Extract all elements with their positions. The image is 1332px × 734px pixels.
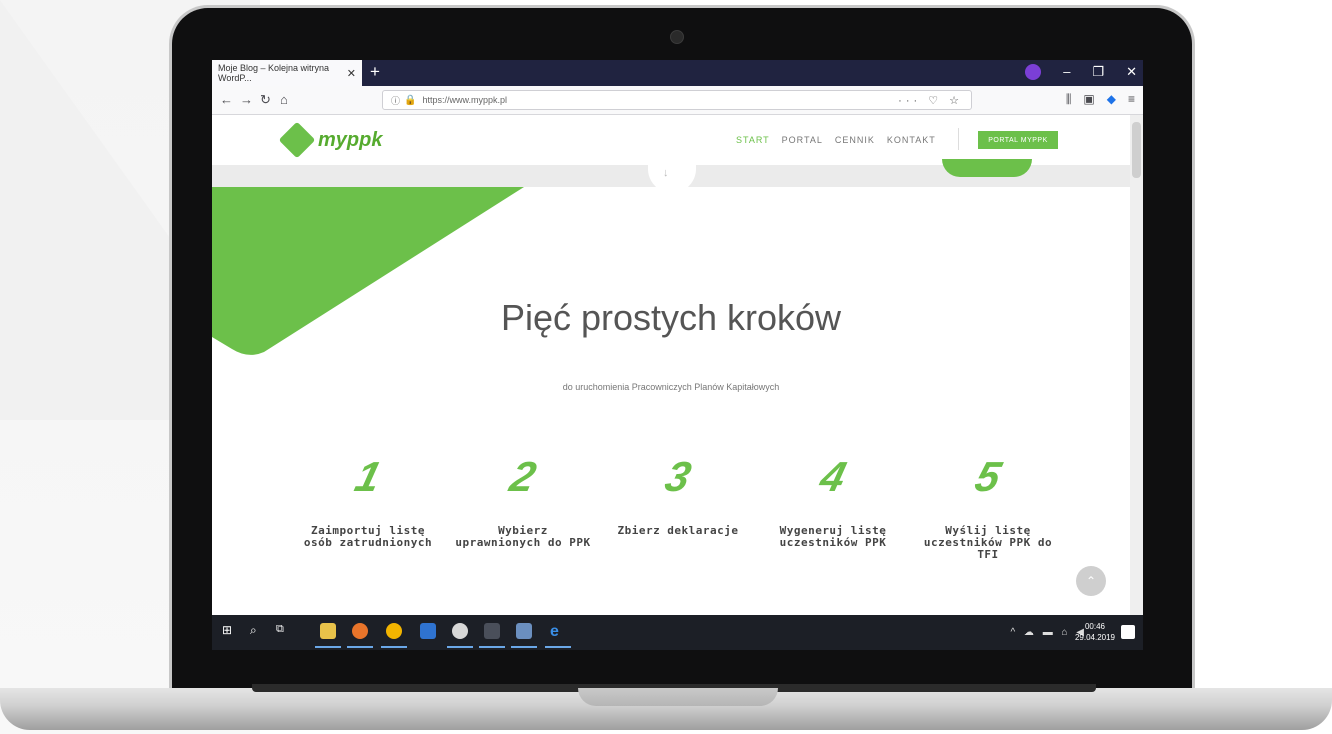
step-label: Zaimportuj listę osób zatrudnionych xyxy=(303,524,433,549)
firefox-icon[interactable] xyxy=(352,623,368,639)
profile-icon[interactable] xyxy=(1025,64,1042,80)
arrow-down-icon[interactable]: ↓ xyxy=(663,167,669,179)
browser-tab[interactable]: Moje Blog – Kolejna witryna WordP... ✕ xyxy=(212,60,362,86)
site-header: myppk START PORTAL CENNIK KONTAKT PORTAL… xyxy=(212,115,1130,165)
step-item: 1 Zaimportuj listę osób zatrudnionych xyxy=(298,445,438,549)
minimize-icon[interactable]: – xyxy=(1063,64,1070,80)
clock-date: 29.04.2019 xyxy=(1074,633,1115,642)
step-label: Wygeneruj listę uczestników PPK xyxy=(779,524,887,549)
search-icon[interactable]: ⌕ xyxy=(250,623,266,639)
menu-icon[interactable]: ≡ xyxy=(1128,92,1135,107)
chevron-up-icon: ⌃ xyxy=(1085,574,1097,588)
sidebar-icon[interactable]: ▣ xyxy=(1083,92,1094,107)
notification-icon[interactable] xyxy=(1121,625,1135,639)
active-indicator xyxy=(315,646,341,648)
step-item: 5 Wyślij listę uczestników PPK do TFI xyxy=(918,445,1058,561)
url-text: https://www.myppk.pl xyxy=(422,95,507,105)
page-subtitle: do uruchomienia Pracowniczych Planów Kap… xyxy=(562,382,780,392)
step-label: Wyślij listę uczestników PPK do TFI xyxy=(923,524,1053,561)
active-indicator xyxy=(479,646,505,648)
window-controls: – ❐ ✕ xyxy=(1025,64,1137,80)
step-number: 2 xyxy=(505,453,541,500)
nav-portal[interactable]: PORTAL xyxy=(782,135,823,145)
reload-icon[interactable]: ↻ xyxy=(260,92,271,108)
screen: Moje Blog – Kolejna witryna WordP... ✕ +… xyxy=(212,60,1143,650)
step-item: 4 Wygeneruj listę uczestników PPK xyxy=(763,445,903,549)
active-indicator xyxy=(545,646,571,648)
step-item: 2 Wybierz uprawnionych do PPK xyxy=(453,445,593,549)
active-indicator xyxy=(447,646,473,648)
back-icon[interactable]: ← xyxy=(220,92,233,107)
step-label: Zbierz deklaracje xyxy=(617,524,739,537)
steps-list: 1 Zaimportuj listę osób zatrudnionych 2 … xyxy=(298,445,1052,615)
tab-close-icon[interactable]: ✕ xyxy=(347,67,356,80)
tab-title: Moje Blog – Kolejna witryna WordP... xyxy=(218,63,330,83)
active-indicator xyxy=(511,646,537,648)
info-icon[interactable]: ⓘ xyxy=(391,94,400,107)
close-window-icon[interactable]: ✕ xyxy=(1126,64,1137,80)
task-view-icon[interactable]: ⧉ xyxy=(276,623,292,639)
browser-toolbar: ← → ↻ ⌂ ⓘ 🔒 https://www.myppk.pl ··· ♡ ☆… xyxy=(212,86,1143,115)
logo-mark-icon xyxy=(278,121,316,159)
forward-icon[interactable]: → xyxy=(240,92,253,107)
toolbar-right: ⫼ ▣ ◆ ≡ xyxy=(1066,92,1135,107)
home-icon[interactable]: ⌂ xyxy=(280,92,288,107)
page-title: Pięć prostych kroków xyxy=(500,297,842,338)
laptop-camera xyxy=(670,30,684,44)
logo-text: myppk xyxy=(318,128,383,151)
active-indicator xyxy=(347,646,373,648)
portal-button[interactable]: PORTAL MYPPK xyxy=(978,131,1058,149)
page-actions-icon[interactable]: ··· ♡ ☆ xyxy=(898,94,963,107)
laptop-notch xyxy=(578,688,778,706)
nav-divider xyxy=(958,128,959,150)
page-scrollbar[interactable] xyxy=(1130,115,1143,615)
edge-icon[interactable]: e xyxy=(550,623,566,640)
nav-start[interactable]: START xyxy=(736,135,770,145)
windows-taskbar: ⊞ ⌕ ⧉ e ^ ☁ ▬ ⌂ ◀ 00:46 29.04.2019 xyxy=(212,615,1143,650)
extension-icon[interactable]: ◆ xyxy=(1107,92,1116,107)
library-icon[interactable]: ⫼ xyxy=(1066,92,1072,107)
active-indicator xyxy=(381,646,407,648)
new-tab-icon[interactable]: + xyxy=(370,62,380,82)
app-icon[interactable] xyxy=(452,623,468,639)
app2-icon[interactable] xyxy=(516,623,532,639)
clock[interactable]: 00:46 29.04.2019 xyxy=(1075,621,1115,643)
scroll-down-notch[interactable] xyxy=(648,165,696,193)
step-number: 4 xyxy=(815,453,851,500)
step-label: Wybierz uprawnionych do PPK xyxy=(455,524,591,549)
step-number: 3 xyxy=(660,453,696,500)
step-item: 3 Zbierz deklaracje xyxy=(608,445,748,537)
site-nav: START PORTAL CENNIK KONTAKT xyxy=(736,135,936,145)
step-number: 5 xyxy=(970,453,1006,500)
url-bar[interactable]: ⓘ 🔒 https://www.myppk.pl ··· ♡ ☆ xyxy=(382,90,972,110)
web-page: myppk START PORTAL CENNIK KONTAKT PORTAL… xyxy=(212,115,1130,615)
step-number: 1 xyxy=(350,453,386,500)
site-logo[interactable]: myppk xyxy=(278,121,383,159)
start-icon[interactable]: ⊞ xyxy=(222,623,238,639)
clock-time: 00:46 xyxy=(1084,622,1105,631)
file-explorer-icon[interactable] xyxy=(320,623,336,639)
maximize-icon[interactable]: ❐ xyxy=(1092,64,1104,80)
chrome-icon[interactable] xyxy=(386,623,402,639)
terminal-icon[interactable] xyxy=(484,623,500,639)
lock-icon: 🔒 xyxy=(404,94,417,106)
nav-cennik[interactable]: CENNIK xyxy=(835,135,875,145)
nav-kontakt[interactable]: KONTAKT xyxy=(887,135,936,145)
scrollbar-thumb[interactable] xyxy=(1132,122,1141,178)
outlook-icon[interactable] xyxy=(420,623,436,639)
decorative-shape xyxy=(942,159,1032,177)
browser-tabbar: Moje Blog – Kolejna witryna WordP... ✕ +… xyxy=(212,60,1143,86)
scroll-top-button[interactable]: ⌃ xyxy=(1076,566,1106,596)
